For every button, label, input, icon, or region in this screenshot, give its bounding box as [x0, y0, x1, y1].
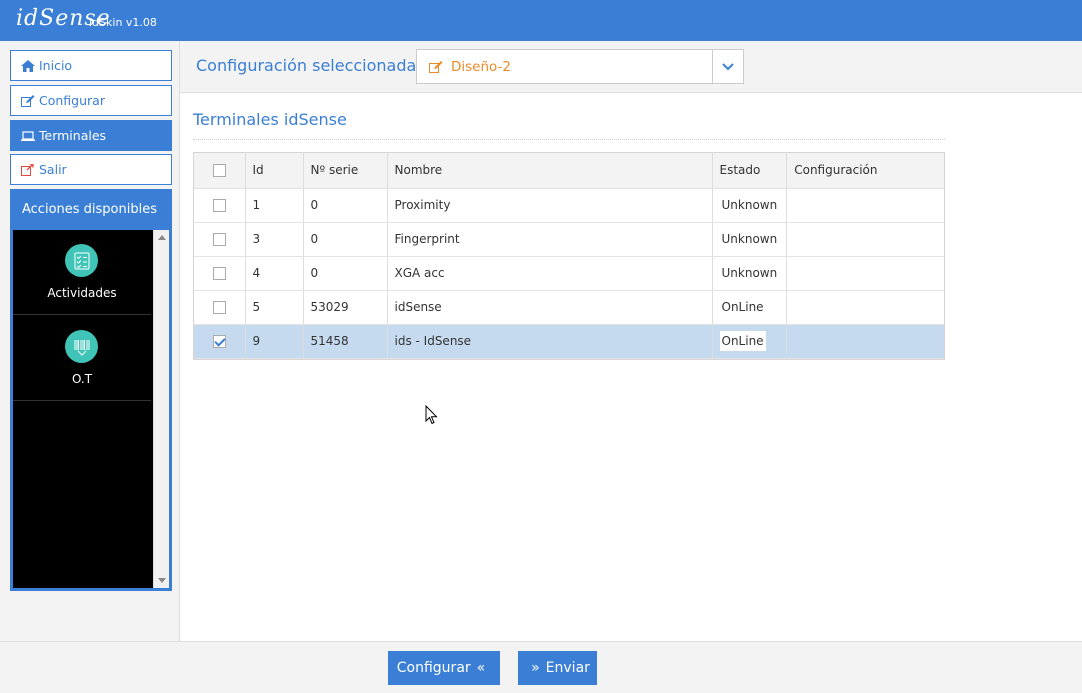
cell-serial: 51458: [303, 324, 388, 359]
table-row[interactable]: 5 53029 idSense OnLine: [194, 290, 944, 325]
row-select-cell[interactable]: [194, 290, 246, 325]
cell-config: [786, 188, 944, 223]
configurar-button-label: Configurar: [396, 660, 471, 676]
cell-status-wrap: Unknown: [712, 256, 788, 291]
cell-name: ids - IdSense: [387, 324, 713, 359]
chevron-down-icon[interactable]: [712, 50, 743, 83]
cell-id: 4: [245, 256, 304, 291]
nav-terminales[interactable]: Terminales: [10, 120, 172, 151]
page-title: Terminales idSense: [193, 110, 347, 129]
cell-status-wrap: OnLine: [712, 290, 788, 325]
cell-config: [786, 324, 944, 359]
cell-status-wrap: Unknown: [712, 222, 788, 257]
terminals-table: Id Nº serie Nombre Estado Configuración …: [193, 152, 945, 360]
scroll-up-icon[interactable]: [158, 235, 166, 240]
app-version: idSkin v1.08: [89, 16, 157, 29]
table-row[interactable]: 1 0 Proximity Unknown: [194, 188, 944, 223]
col-name[interactable]: Nombre: [387, 153, 713, 189]
row-select-cell[interactable]: [194, 188, 246, 223]
table-row[interactable]: 9 51458 ids - IdSense OnLine: [194, 324, 944, 359]
cell-id: 1: [245, 188, 304, 223]
double-chevron-left-icon: «: [476, 660, 486, 676]
table-row[interactable]: 4 0 XGA acc Unknown: [194, 256, 944, 291]
status-badge: Unknown: [719, 195, 780, 215]
status-badge: Unknown: [719, 229, 780, 249]
select-all-cell[interactable]: [194, 153, 246, 189]
footer-bar: Configurar « » Enviar: [0, 641, 1082, 693]
row-select-cell[interactable]: [194, 222, 246, 257]
cell-serial: 0: [303, 188, 388, 223]
cell-config: [786, 222, 944, 257]
action-actividades[interactable]: Actividades: [13, 230, 151, 315]
config-select[interactable]: Diseño-2: [416, 49, 744, 84]
col-id[interactable]: Id: [245, 153, 304, 189]
barcode-icon: [65, 330, 98, 363]
cell-id: 9: [245, 324, 304, 359]
nav-configurar[interactable]: Configurar: [10, 85, 172, 116]
scroll-down-icon[interactable]: [158, 578, 166, 583]
row-select-cell[interactable]: [194, 324, 246, 359]
status-badge: OnLine: [719, 297, 766, 317]
title-divider: [193, 139, 945, 140]
select-all-checkbox[interactable]: [212, 164, 226, 178]
config-select-value: Diseño-2: [429, 59, 511, 75]
col-config[interactable]: Configuración: [786, 153, 944, 189]
nav-terminales-label: Terminales: [39, 128, 107, 143]
laptop-icon: [21, 130, 35, 142]
cell-serial: 53029: [303, 290, 388, 325]
edit-icon: [429, 61, 443, 73]
status-badge: OnLine: [719, 331, 766, 351]
config-bar: Configuración seleccionada: Diseño-2: [180, 41, 1082, 93]
action-label: O.T: [71, 372, 93, 386]
configurar-button[interactable]: Configurar «: [388, 651, 500, 685]
actions-scrollbar[interactable]: [153, 230, 169, 588]
nav-inicio[interactable]: Inicio: [10, 50, 172, 81]
cell-name: XGA acc: [387, 256, 713, 291]
mouse-cursor-icon: [425, 405, 438, 425]
nav-salir-label: Salir: [39, 162, 67, 177]
row-checkbox[interactable]: [212, 199, 226, 212]
home-icon: [21, 59, 35, 72]
cell-status-wrap: Unknown: [712, 188, 788, 223]
double-chevron-right-icon: »: [531, 660, 540, 676]
table-row[interactable]: 3 0 Fingerprint Unknown: [194, 222, 944, 257]
checklist-icon: [65, 244, 98, 277]
row-select-cell[interactable]: [194, 256, 246, 291]
cell-name: idSense: [387, 290, 713, 325]
enviar-button-label: Enviar: [545, 660, 590, 676]
nav-salir[interactable]: Salir: [10, 154, 172, 185]
nav-configurar-label: Configurar: [39, 93, 105, 108]
col-status[interactable]: Estado: [712, 153, 788, 189]
cell-name: Fingerprint: [387, 222, 713, 257]
cell-status-wrap: OnLine: [712, 324, 788, 359]
top-bar: idSense idSkin v1.08: [0, 0, 1082, 41]
cell-id: 3: [245, 222, 304, 257]
cell-config: [786, 290, 944, 325]
action-ot[interactable]: O.T: [13, 316, 151, 401]
external-link-icon: [21, 162, 35, 176]
action-label: Actividades: [47, 286, 117, 300]
row-checkbox[interactable]: [212, 335, 226, 348]
actions-list: Actividades O.T: [13, 230, 169, 588]
cell-name: Proximity: [387, 188, 713, 223]
cell-id: 5: [245, 290, 304, 325]
cell-serial: 0: [303, 222, 388, 257]
row-checkbox[interactable]: [212, 267, 226, 280]
actions-panel: Acciones disponibles Actividades O.T: [10, 189, 172, 591]
config-label: Configuración seleccionada:: [196, 56, 422, 75]
table-header-row: Id Nº serie Nombre Estado Configuración: [194, 153, 944, 189]
edit-icon: [21, 94, 35, 107]
row-checkbox[interactable]: [212, 301, 226, 314]
col-serial[interactable]: Nº serie: [303, 153, 388, 189]
row-checkbox[interactable]: [212, 233, 226, 246]
nav-inicio-label: Inicio: [39, 58, 73, 73]
enviar-button[interactable]: » Enviar: [518, 651, 597, 685]
actions-title: Acciones disponibles: [22, 202, 157, 217]
idsense-logo: idSense: [16, 6, 111, 31]
cell-serial: 0: [303, 256, 388, 291]
cell-config: [786, 256, 944, 291]
sidebar: Inicio Configurar Terminales Salir Accio…: [0, 41, 180, 641]
status-badge: Unknown: [719, 263, 780, 283]
config-selected-text: Diseño-2: [451, 59, 512, 75]
